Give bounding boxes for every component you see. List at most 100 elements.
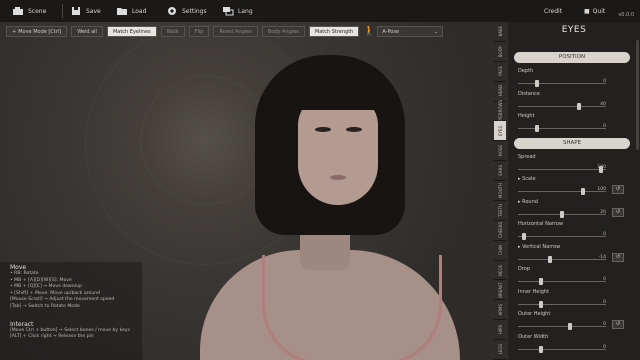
help-line: • RB: Rotate [10, 271, 39, 276]
tab-label: BODY [497, 45, 503, 57]
figure-icon[interactable]: 🚶 [363, 26, 375, 38]
tab-label: BREAST [497, 282, 503, 298]
tab-label: BASE [497, 26, 503, 37]
slider-track[interactable] [518, 191, 606, 192]
tab-face[interactable]: FACE [494, 61, 506, 82]
tab-ears[interactable]: EARS [494, 161, 506, 182]
tab-hips[interactable]: HIPS [494, 320, 506, 341]
slider-track[interactable] [518, 128, 606, 129]
tab-chin[interactable]: CHIN [494, 240, 506, 261]
slider-track[interactable] [518, 168, 606, 170]
tab-nose[interactable]: NOSE [494, 141, 506, 162]
tab-cheeks[interactable]: CHEEKS [494, 220, 506, 241]
slider-value: 100 [597, 164, 606, 170]
slider-track[interactable] [518, 303, 606, 305]
folder-icon [116, 6, 128, 16]
help-line: [Mouse Scroll] → Adjust the movement spe… [10, 297, 115, 303]
slider-track[interactable] [518, 236, 606, 237]
quit-button[interactable]: ■ Quit [584, 8, 605, 15]
tab-eyes[interactable]: EYES [494, 121, 506, 142]
eyes-settings-panel: EYES POSITION Depth 0 Distance 40 Height 0 SHAP… [508, 22, 640, 360]
slider-track[interactable] [518, 258, 606, 260]
scene-button[interactable]: Scene [12, 4, 46, 18]
move-mode-button[interactable]: + Move Mode [Ctrl] [6, 26, 68, 37]
slider-handle[interactable] [539, 300, 543, 308]
slider-handle[interactable] [560, 210, 564, 218]
slider-label: Depth [518, 68, 534, 74]
match-strength-button[interactable]: Match Strength [308, 26, 360, 37]
quit-icon: ■ [584, 8, 590, 15]
flip-button[interactable]: Flip [188, 26, 210, 37]
match-eyelines-label: Match Eyelines [112, 28, 151, 35]
tab-arms[interactable]: ARMS [494, 300, 506, 321]
load-button[interactable]: Load [116, 4, 146, 18]
version-text: v0.0.0 [618, 12, 634, 18]
slider-handle[interactable] [568, 323, 573, 330]
match-eyelines-button[interactable]: Match Eyelines [106, 26, 157, 37]
reset-icon[interactable]: ↺ [612, 252, 624, 262]
slider-handle[interactable] [534, 80, 539, 87]
tab-legs[interactable]: LEGS [494, 340, 506, 360]
slider-row: Inner Height 0 [514, 289, 634, 311]
help-line: • MB + [Q][E] → Move down/up [10, 284, 83, 290]
slider-handle[interactable] [539, 345, 543, 353]
slider-track[interactable] [518, 281, 606, 282]
walk-button[interactable]: Walk [160, 26, 185, 37]
tab-mouth[interactable]: MOUTH [494, 181, 506, 201]
reset-angles-button[interactable]: Reset Angles [213, 26, 258, 37]
tab-head[interactable]: HEAD [494, 81, 506, 102]
slider-value: 0 [603, 277, 606, 282]
match-strength-label: Match Strength [314, 28, 354, 35]
slider-value: 0 [603, 232, 606, 237]
pose-dropdown-value: A-Pose [382, 28, 400, 35]
slider-handle[interactable] [534, 125, 539, 132]
slider-handle[interactable] [522, 233, 527, 240]
tab-label: EARS [497, 165, 503, 176]
slider-label: ▸ Round [518, 198, 538, 205]
credit-label: Credit [544, 8, 563, 15]
slider-track[interactable] [518, 83, 606, 84]
character-eye-right [346, 127, 362, 132]
slider-track[interactable] [518, 105, 606, 107]
scene-label: Scene [28, 7, 47, 15]
credit-button[interactable]: Credit [544, 8, 562, 15]
help-line: [Tab] → Switch to Rotate Mode [10, 303, 80, 309]
tab-label: ARMS [497, 304, 503, 316]
lang-button[interactable]: Lang [222, 4, 253, 18]
save-button[interactable]: Save [70, 4, 101, 18]
slider-handle[interactable] [539, 278, 543, 285]
tab-breast[interactable]: BREAST [494, 280, 506, 301]
tab-neck[interactable]: NECK [494, 260, 506, 281]
reset-icon[interactable]: ↺ [612, 207, 624, 217]
tab-teeth[interactable]: TEETH [494, 200, 506, 221]
top-menu-bar: Scene Save Load Settings Lang Credit ■ Q… [0, 0, 640, 22]
settings-label: Settings [182, 7, 207, 15]
slider-value: 40 [600, 101, 606, 107]
slider-track[interactable] [518, 348, 606, 350]
tab-base[interactable]: BASE [494, 22, 506, 42]
section-header-position[interactable]: POSITION [514, 52, 630, 63]
settings-button[interactable]: Settings [166, 4, 207, 18]
panel-title: EYES [561, 25, 587, 35]
tab-eyebrows[interactable]: EYEBROWS [494, 100, 506, 122]
reset-icon[interactable]: ↺ [612, 320, 624, 329]
slider-handle[interactable] [548, 255, 553, 263]
body-angles-button[interactable]: Body Angles [261, 26, 305, 37]
slider-value: 20 [600, 209, 606, 215]
slider-value: -14 [598, 254, 606, 260]
weld-all-button[interactable]: Weld all [71, 26, 103, 37]
character-eye-left [315, 127, 331, 132]
slider-handle[interactable] [581, 188, 585, 195]
move-mode-label: Move Mode [Ctrl] [18, 28, 62, 35]
slider-track[interactable] [518, 326, 606, 327]
panel-scrollbar[interactable] [636, 40, 639, 150]
section-header-shape[interactable]: SHAPE [514, 137, 630, 149]
quit-label: Quit [592, 8, 606, 15]
help-move-title: Move [10, 264, 27, 271]
tab-body[interactable]: BODY [494, 41, 506, 62]
tab-label: FACE [497, 66, 503, 77]
reset-icon[interactable]: ↺ [612, 185, 624, 194]
pose-dropdown[interactable]: A-Pose ⌄ [377, 26, 444, 37]
slider-handle[interactable] [576, 102, 581, 110]
slider-label: Outer Height [518, 311, 551, 317]
